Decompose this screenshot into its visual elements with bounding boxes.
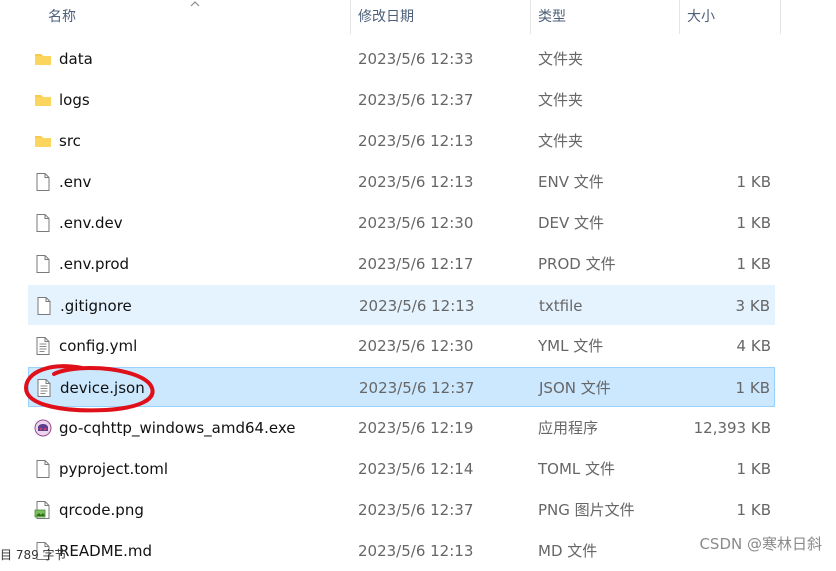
file-row[interactable]: .gitignore 2023/5/6 12:13 txtfile 3 KB	[28, 285, 775, 325]
folder-icon	[33, 131, 53, 151]
file-size: 12,393 KB	[693, 419, 771, 437]
file-row[interactable]: .env 2023/5/6 12:13 ENV 文件 1 KB	[28, 162, 775, 202]
column-header-bar: 名称 修改日期 类型 大小	[0, 0, 836, 34]
file-row[interactable]: pyproject.toml 2023/5/6 12:14 TOML 文件 1 KB	[28, 449, 775, 489]
file-type: 应用程序	[538, 419, 599, 437]
file-row[interactable]: README.md 2023/5/6 12:13 MD 文件	[28, 531, 775, 571]
file-name: .env.prod	[59, 255, 130, 273]
file-name: config.yml	[59, 337, 138, 355]
file-row[interactable]: logs 2023/5/6 12:37 文件夹	[28, 80, 775, 120]
column-divider[interactable]	[780, 0, 781, 34]
file-size: 3 KB	[735, 297, 770, 315]
file-row[interactable]: config.yml 2023/5/6 12:30 YML 文件 4 KB	[28, 326, 775, 366]
column-divider[interactable]	[350, 0, 351, 34]
file-type: 文件夹	[538, 50, 584, 68]
sort-ascending-icon	[190, 1, 200, 7]
file-name: go-cqhttp_windows_amd64.exe	[59, 419, 296, 437]
file-size: 1 KB	[735, 379, 770, 397]
file-icon	[33, 459, 53, 479]
file-icon	[33, 254, 53, 274]
file-icon	[33, 172, 53, 192]
file-row[interactable]: .env.dev 2023/5/6 12:30 DEV 文件 1 KB	[28, 203, 775, 243]
column-divider[interactable]	[530, 0, 531, 34]
file-type: 文件夹	[538, 132, 584, 150]
column-header-name[interactable]: 名称	[48, 0, 76, 34]
file-type: txtfile	[539, 297, 583, 315]
file-size: 1 KB	[736, 255, 771, 273]
file-type: 文件夹	[538, 91, 584, 109]
file-size: 1 KB	[736, 501, 771, 519]
file-type: ENV 文件	[538, 173, 604, 191]
file-name: .env	[59, 173, 92, 191]
column-header-size[interactable]: 大小	[687, 0, 715, 34]
file-name: qrcode.png	[59, 501, 144, 519]
file-date: 2023/5/6 12:37	[359, 379, 475, 397]
file-name: pyproject.toml	[59, 460, 169, 478]
column-header-type[interactable]: 类型	[538, 0, 566, 34]
file-icon	[33, 213, 53, 233]
file-date: 2023/5/6 12:13	[358, 173, 474, 191]
image-file-icon	[33, 500, 53, 520]
file-date: 2023/5/6 12:33	[358, 50, 474, 68]
file-size: 4 KB	[736, 337, 771, 355]
column-header-date[interactable]: 修改日期	[358, 0, 414, 34]
text-file-icon	[33, 336, 53, 356]
file-date: 2023/5/6 12:30	[358, 337, 474, 355]
file-size: 1 KB	[736, 214, 771, 232]
file-date: 2023/5/6 12:13	[358, 132, 474, 150]
file-name: README.md	[59, 542, 153, 560]
file-row[interactable]: qrcode.png 2023/5/6 12:37 PNG 图片文件 1 KB	[28, 490, 775, 530]
file-type: PNG 图片文件	[538, 501, 635, 519]
file-type: DEV 文件	[538, 214, 605, 232]
file-date: 2023/5/6 12:17	[358, 255, 474, 273]
folder-icon	[33, 90, 53, 110]
file-name: .gitignore	[60, 297, 132, 315]
text-file-icon	[34, 378, 54, 398]
file-type: PROD 文件	[538, 255, 616, 273]
status-bar-text: 目 789 字节	[0, 548, 67, 562]
file-row[interactable]: data 2023/5/6 12:33 文件夹	[28, 39, 775, 79]
file-row[interactable]: .env.prod 2023/5/6 12:17 PROD 文件 1 KB	[28, 244, 775, 284]
file-size: 1 KB	[736, 460, 771, 478]
file-row[interactable]: go-cqhttp_windows_amd64.exe 2023/5/6 12:1…	[28, 408, 775, 448]
file-row[interactable]: src 2023/5/6 12:13 文件夹	[28, 121, 775, 161]
file-type: TOML 文件	[538, 460, 616, 478]
file-size: 1 KB	[736, 173, 771, 191]
folder-icon	[33, 49, 53, 69]
file-type: YML 文件	[538, 337, 604, 355]
file-name: data	[59, 50, 93, 68]
file-name: device.json	[60, 379, 145, 397]
file-icon	[34, 296, 54, 316]
file-type: MD 文件	[538, 542, 598, 560]
file-date: 2023/5/6 12:30	[358, 214, 474, 232]
watermark: CSDN @寒林日斜	[699, 535, 822, 553]
file-date: 2023/5/6 12:14	[358, 460, 474, 478]
file-date: 2023/5/6 12:19	[358, 419, 474, 437]
file-name: logs	[59, 91, 90, 109]
file-type: JSON 文件	[539, 379, 611, 397]
file-date: 2023/5/6 12:13	[358, 542, 474, 560]
file-date: 2023/5/6 12:37	[358, 91, 474, 109]
file-name: src	[59, 132, 81, 150]
app-icon	[33, 418, 53, 438]
column-divider[interactable]	[679, 0, 680, 34]
file-row[interactable]: device.json 2023/5/6 12:37 JSON 文件 1 KB	[28, 367, 775, 407]
file-date: 2023/5/6 12:37	[358, 501, 474, 519]
file-date: 2023/5/6 12:13	[359, 297, 475, 315]
file-name: .env.dev	[59, 214, 123, 232]
